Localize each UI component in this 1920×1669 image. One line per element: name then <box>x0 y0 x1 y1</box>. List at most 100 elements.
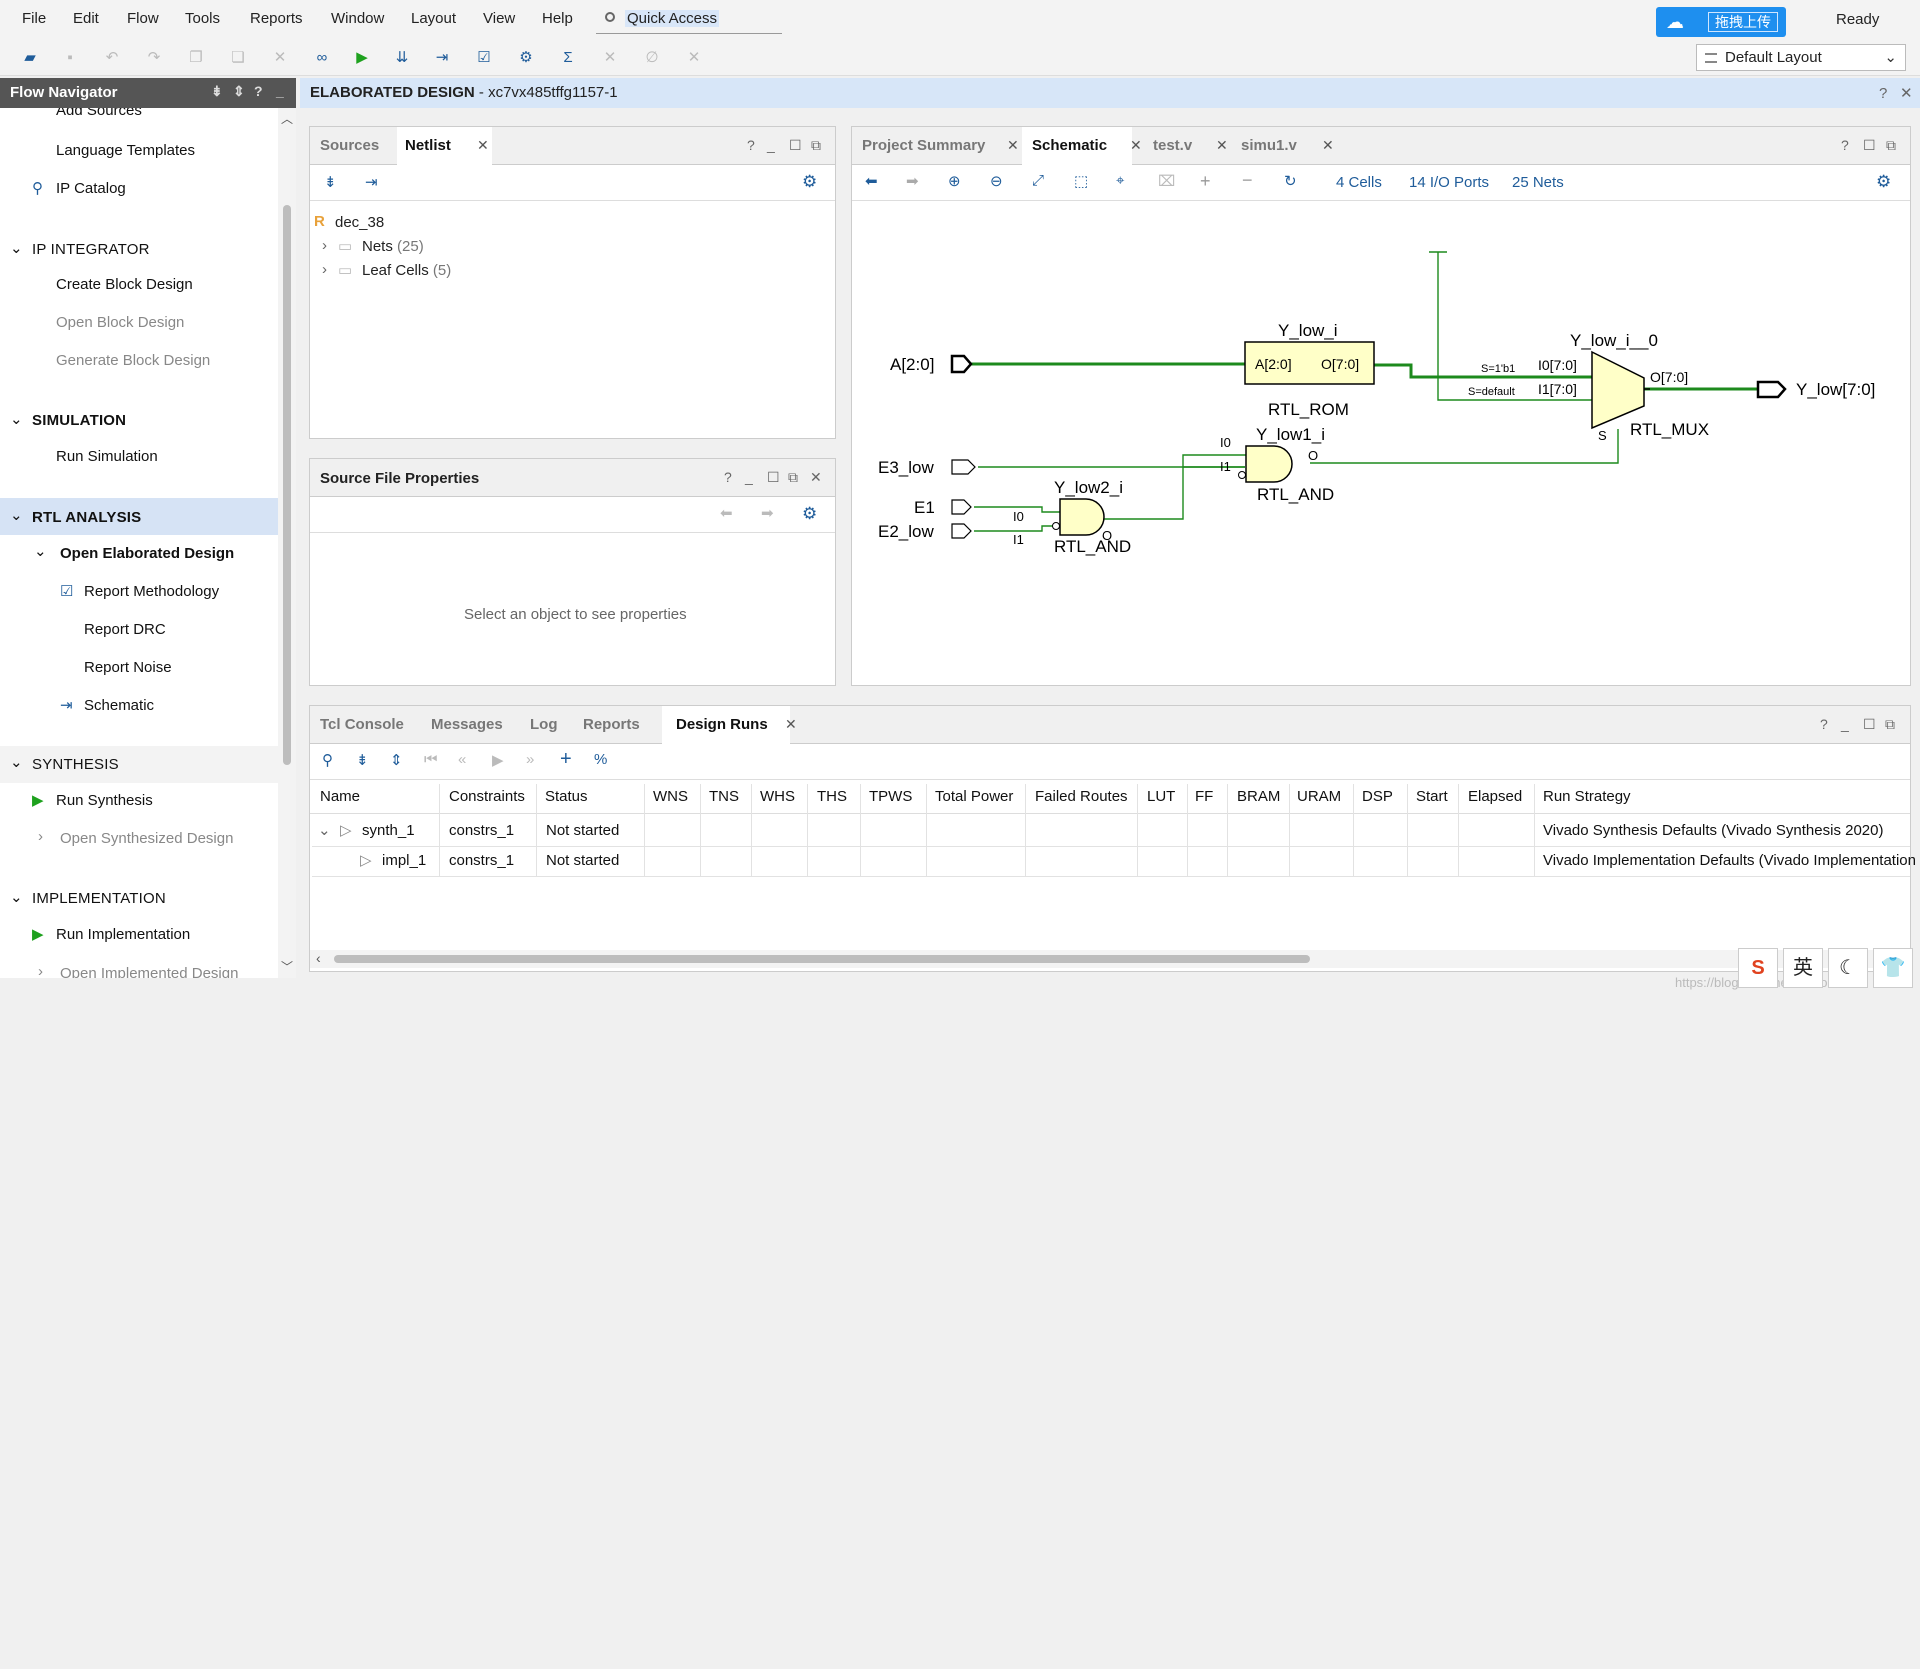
close-icon[interactable]: ✕ <box>785 716 797 733</box>
col-ths[interactable]: THS <box>817 788 847 805</box>
remove-icon[interactable]: − <box>1242 170 1253 191</box>
help-icon[interactable]: ? <box>254 83 263 99</box>
fn-schematic[interactable]: Schematic <box>84 697 154 714</box>
search-icon[interactable]: ⚲ <box>322 751 333 769</box>
run-icon[interactable]: ▶ <box>352 48 372 68</box>
fn-report-drc[interactable]: Report DRC <box>84 621 166 638</box>
maximize-icon[interactable]: ☐ <box>789 137 802 154</box>
fn-open-synthesized-design[interactable]: Open Synthesized Design <box>60 830 233 847</box>
copy-icon[interactable]: ❐ <box>186 48 206 68</box>
col-whs[interactable]: WHS <box>760 788 795 805</box>
close-icon[interactable]: ✕ <box>1130 137 1142 154</box>
col-tns[interactable]: TNS <box>709 788 739 805</box>
col-name[interactable]: Name <box>320 788 360 805</box>
add-icon[interactable]: + <box>1200 171 1211 192</box>
chevron-down-icon[interactable]: ⌄ <box>10 506 23 524</box>
ime-language-toggle[interactable]: 英 <box>1783 948 1823 988</box>
fn-implementation[interactable]: IMPLEMENTATION <box>32 890 166 907</box>
prev-icon[interactable]: « <box>458 751 466 768</box>
fn-open-elaborated-design[interactable]: Open Elaborated Design <box>60 545 234 562</box>
gear-icon[interactable]: ⚙ <box>1876 172 1891 192</box>
col-total-power[interactable]: Total Power <box>935 788 1013 805</box>
close-icon[interactable]: ✕ <box>1900 84 1913 102</box>
fn-run-synthesis[interactable]: Run Synthesis <box>56 792 153 809</box>
cancel-icon[interactable]: ✕ <box>600 48 620 68</box>
help-icon[interactable]: ? <box>1841 137 1849 153</box>
forward-icon[interactable]: ➡ <box>761 504 774 522</box>
first-icon[interactable]: ⏮ <box>424 751 438 768</box>
col-wns[interactable]: WNS <box>653 788 688 805</box>
help-icon[interactable]: ? <box>1879 85 1887 102</box>
minimize-icon[interactable]: _ <box>767 137 775 153</box>
fn-rtl-analysis[interactable]: RTL ANALYSIS <box>32 509 141 526</box>
float-icon[interactable]: ⧉ <box>1886 137 1896 154</box>
step-icon[interactable]: ⇥ <box>432 48 452 68</box>
fn-ip-catalog[interactable]: IP Catalog <box>56 180 126 197</box>
tab-simu1-v[interactable]: simu1.v <box>1241 127 1297 165</box>
col-elapsed[interactable]: Elapsed <box>1468 788 1522 805</box>
zoom-in-icon[interactable]: ⊕ <box>948 172 961 190</box>
close-icon[interactable]: ✕ <box>1007 137 1019 154</box>
table-row[interactable]: ▷ impl_1 constrs_1 Not started Vivado Im… <box>310 847 1916 876</box>
menu-layout[interactable]: Layout <box>411 10 456 27</box>
chevron-down-icon[interactable]: ⌄ <box>10 410 23 428</box>
expand-icon[interactable]: ⇕ <box>233 83 245 100</box>
tab-design-runs[interactable]: Design Runs <box>662 706 790 745</box>
paste-icon[interactable]: ❏ <box>228 48 248 68</box>
col-ff[interactable]: FF <box>1195 788 1213 805</box>
fn-ip-integrator[interactable]: IP INTEGRATOR <box>32 241 150 258</box>
select-icon[interactable]: ⌖ <box>1116 172 1124 189</box>
col-tpws[interactable]: TPWS <box>869 788 912 805</box>
collapse-all-icon[interactable]: ⇟ <box>356 751 369 769</box>
forward-icon[interactable]: ➡ <box>906 172 919 190</box>
sigma-icon[interactable]: Σ <box>558 48 578 68</box>
binoculars-icon[interactable]: ∞ <box>312 48 332 68</box>
save-icon[interactable]: ▪ <box>60 48 80 68</box>
chevron-down-icon[interactable]: ⌄ <box>318 821 331 839</box>
close-icon[interactable]: ✕ <box>477 137 489 154</box>
minimize-icon[interactable]: _ <box>745 469 753 485</box>
fn-simulation[interactable]: SIMULATION <box>32 412 126 429</box>
chevron-right-icon[interactable]: › <box>322 261 327 278</box>
quick-access-search[interactable]: Quick Access <box>596 4 782 34</box>
menu-window[interactable]: Window <box>331 10 384 27</box>
float-icon[interactable]: ⧉ <box>1885 716 1895 733</box>
fn-language-templates[interactable]: Language Templates <box>56 142 195 159</box>
fn-open-block-design[interactable]: Open Block Design <box>56 314 184 331</box>
port-e3[interactable] <box>951 459 976 475</box>
delete-icon[interactable]: ✕ <box>270 48 290 68</box>
close-icon[interactable]: ✕ <box>1322 137 1334 154</box>
add-run-icon[interactable]: + <box>560 748 572 771</box>
help-icon[interactable]: ? <box>1820 716 1828 732</box>
maximize-icon[interactable]: ☐ <box>767 469 780 486</box>
col-uram[interactable]: URAM <box>1297 788 1341 805</box>
gear-icon[interactable]: ⚙ <box>802 504 817 524</box>
ports-link[interactable]: 14 I/O Ports <box>1409 174 1489 191</box>
maximize-icon[interactable]: ☐ <box>1863 137 1876 154</box>
menu-tools[interactable]: Tools <box>185 10 220 27</box>
expand-all-icon[interactable]: ⇕ <box>390 751 403 769</box>
scroll-up-icon[interactable]: ︿ <box>281 110 293 127</box>
netlist-leaf-cells[interactable]: Leaf Cells (5) <box>362 262 451 279</box>
menu-file[interactable]: File <box>22 10 46 27</box>
fn-run-simulation[interactable]: Run Simulation <box>56 448 158 465</box>
fn-add-sources[interactable]: Add Sources <box>56 108 142 119</box>
and1-gate[interactable] <box>1245 445 1293 483</box>
tab-schematic[interactable]: Schematic <box>1022 127 1132 166</box>
port-a[interactable] <box>950 354 973 374</box>
percent-icon[interactable]: % <box>594 751 607 768</box>
fn-create-block-design[interactable]: Create Block Design <box>56 276 193 293</box>
fn-synthesis[interactable]: SYNTHESIS <box>32 756 119 773</box>
nets-link[interactable]: 25 Nets <box>1512 174 1564 191</box>
schematic-canvas[interactable]: A[2:0] E3_low E1 E2_low Y_low[7:0] Y_low… <box>860 210 1912 685</box>
tab-reports[interactable]: Reports <box>583 706 640 744</box>
gear-icon[interactable]: ⚙ <box>802 172 817 192</box>
cells-link[interactable]: 4 Cells <box>1336 174 1382 191</box>
table-row[interactable]: ⌄ ▷ synth_1 constrs_1 Not started Vivado… <box>310 817 1910 846</box>
regen-icon[interactable]: ⌧ <box>1158 172 1175 190</box>
col-bram[interactable]: BRAM <box>1237 788 1280 805</box>
menu-flow[interactable]: Flow <box>127 10 159 27</box>
program-icon[interactable]: ⇊ <box>392 48 412 68</box>
float-icon[interactable]: ⧉ <box>788 469 798 486</box>
zoom-fit-icon[interactable]: ⤢ <box>1032 172 1044 189</box>
